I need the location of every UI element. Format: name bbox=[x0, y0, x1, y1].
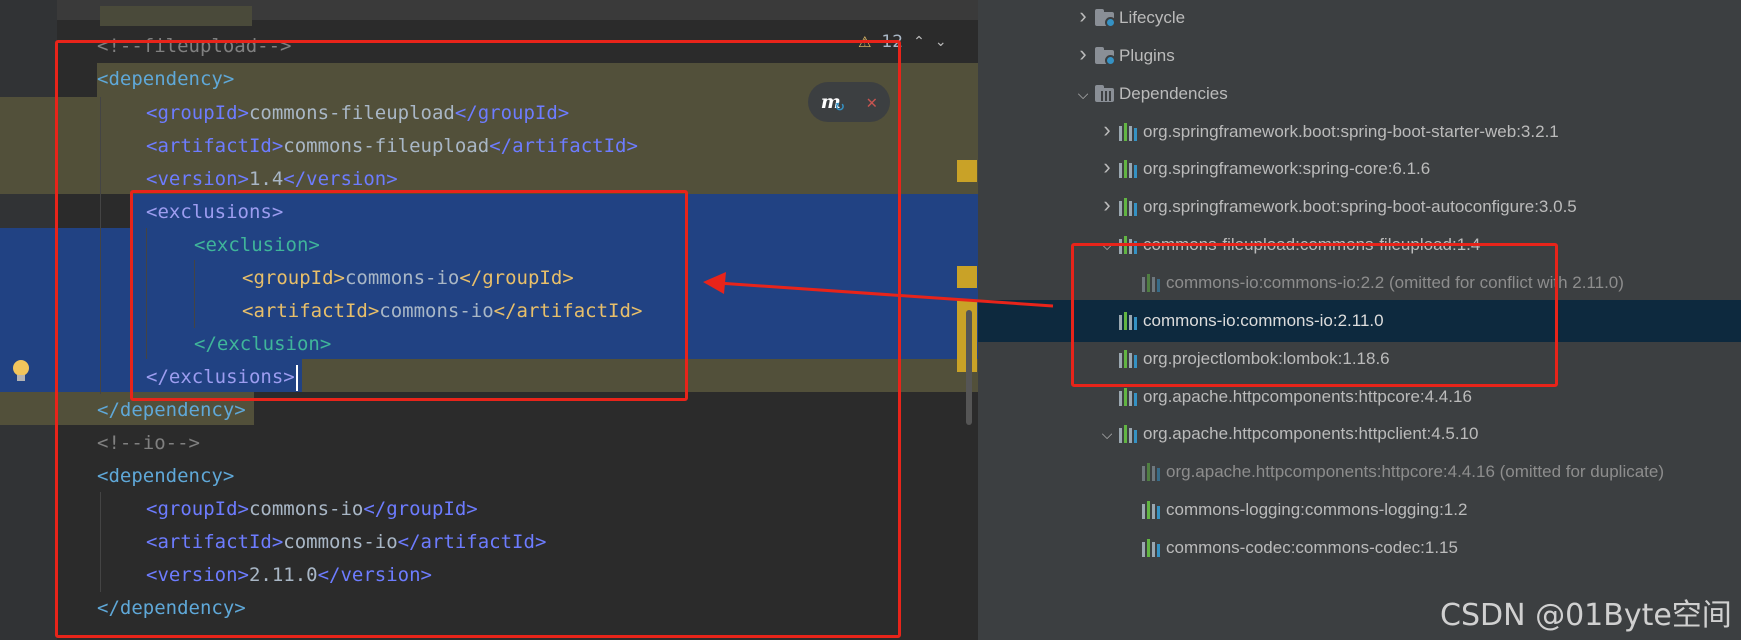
folder-gear-icon bbox=[1095, 9, 1117, 28]
dependencies-folder-icon bbox=[1095, 85, 1117, 103]
tree-row[interactable]: › org.springframework.boot:spring-boot-st… bbox=[978, 111, 1741, 153]
tree-row-label: Lifecycle bbox=[1119, 8, 1186, 27]
tree-row[interactable]: ⌵ Dependencies bbox=[978, 73, 1741, 115]
lightbulb-icon[interactable] bbox=[11, 358, 31, 384]
error-stripe-marker[interactable] bbox=[957, 266, 977, 288]
previous-line-highlight bbox=[100, 6, 252, 26]
chevron-up-icon[interactable]: ⌃ bbox=[913, 34, 925, 50]
tree-row[interactable]: › Plugins bbox=[978, 35, 1741, 77]
library-icon bbox=[1142, 463, 1164, 481]
library-icon bbox=[1119, 425, 1141, 443]
chevron-right-icon[interactable]: › bbox=[1099, 117, 1115, 143]
tree-row-label: org.springframework.boot:spring-boot-aut… bbox=[1143, 197, 1577, 216]
annotation-box-exclusions bbox=[130, 190, 688, 401]
library-icon bbox=[1119, 123, 1141, 141]
tree-row-label: commons-logging:commons-logging:1.2 bbox=[1166, 500, 1468, 519]
chevron-right-icon[interactable]: › bbox=[1075, 41, 1091, 67]
tree-row[interactable]: org.apache.httpcomponents:httpcore:4.4.1… bbox=[978, 451, 1741, 493]
chevron-right-icon[interactable]: › bbox=[1099, 154, 1115, 180]
library-icon bbox=[1142, 501, 1164, 519]
watermark: CSDN @01Byte空间 bbox=[1440, 598, 1732, 633]
error-stripe-marker[interactable] bbox=[957, 160, 977, 182]
chevron-down-icon[interactable]: ⌵ bbox=[1075, 86, 1091, 103]
tree-row-label: commons-codec:commons-codec:1.15 bbox=[1166, 538, 1458, 557]
tree-row[interactable]: commons-logging:commons-logging:1.2 bbox=[978, 489, 1741, 531]
tree-row[interactable]: › Lifecycle bbox=[978, 0, 1741, 39]
chevron-down-icon[interactable]: ⌄ bbox=[935, 34, 947, 50]
tree-row-label: org.springframework.boot:spring-boot-sta… bbox=[1143, 122, 1559, 141]
library-icon bbox=[1119, 198, 1141, 216]
chevron-right-icon[interactable]: › bbox=[1099, 192, 1115, 218]
library-icon bbox=[1119, 388, 1141, 406]
tree-row-label: org.apache.httpcomponents:httpcore:4.4.1… bbox=[1166, 462, 1665, 481]
editor-scrollbar[interactable] bbox=[966, 310, 972, 425]
tree-row-label: Plugins bbox=[1119, 46, 1175, 65]
library-icon bbox=[1142, 539, 1164, 557]
tree-row[interactable]: › org.springframework.boot:spring-boot-au… bbox=[978, 186, 1741, 228]
tree-row[interactable]: commons-codec:commons-codec:1.15 bbox=[978, 527, 1741, 569]
tree-row-label: org.apache.httpcomponents:httpcore:4.4.1… bbox=[1143, 387, 1472, 406]
tree-row-label: org.springframework:spring-core:6.1.6 bbox=[1143, 159, 1431, 178]
chevron-right-icon[interactable]: › bbox=[1075, 3, 1091, 29]
chevron-down-icon[interactable]: ⌵ bbox=[1099, 426, 1115, 443]
tree-row-label: Dependencies bbox=[1119, 84, 1228, 103]
tree-row-label: org.apache.httpcomponents:httpclient:4.5… bbox=[1143, 424, 1479, 443]
library-icon bbox=[1119, 160, 1141, 178]
tree-row[interactable]: ⌵ org.apache.httpcomponents:httpclient:4.… bbox=[978, 413, 1741, 455]
tree-row[interactable]: › org.springframework:spring-core:6.1.6 bbox=[978, 148, 1741, 190]
annotation-box-dependency bbox=[1071, 243, 1558, 387]
folder-gear-icon bbox=[1095, 47, 1117, 66]
